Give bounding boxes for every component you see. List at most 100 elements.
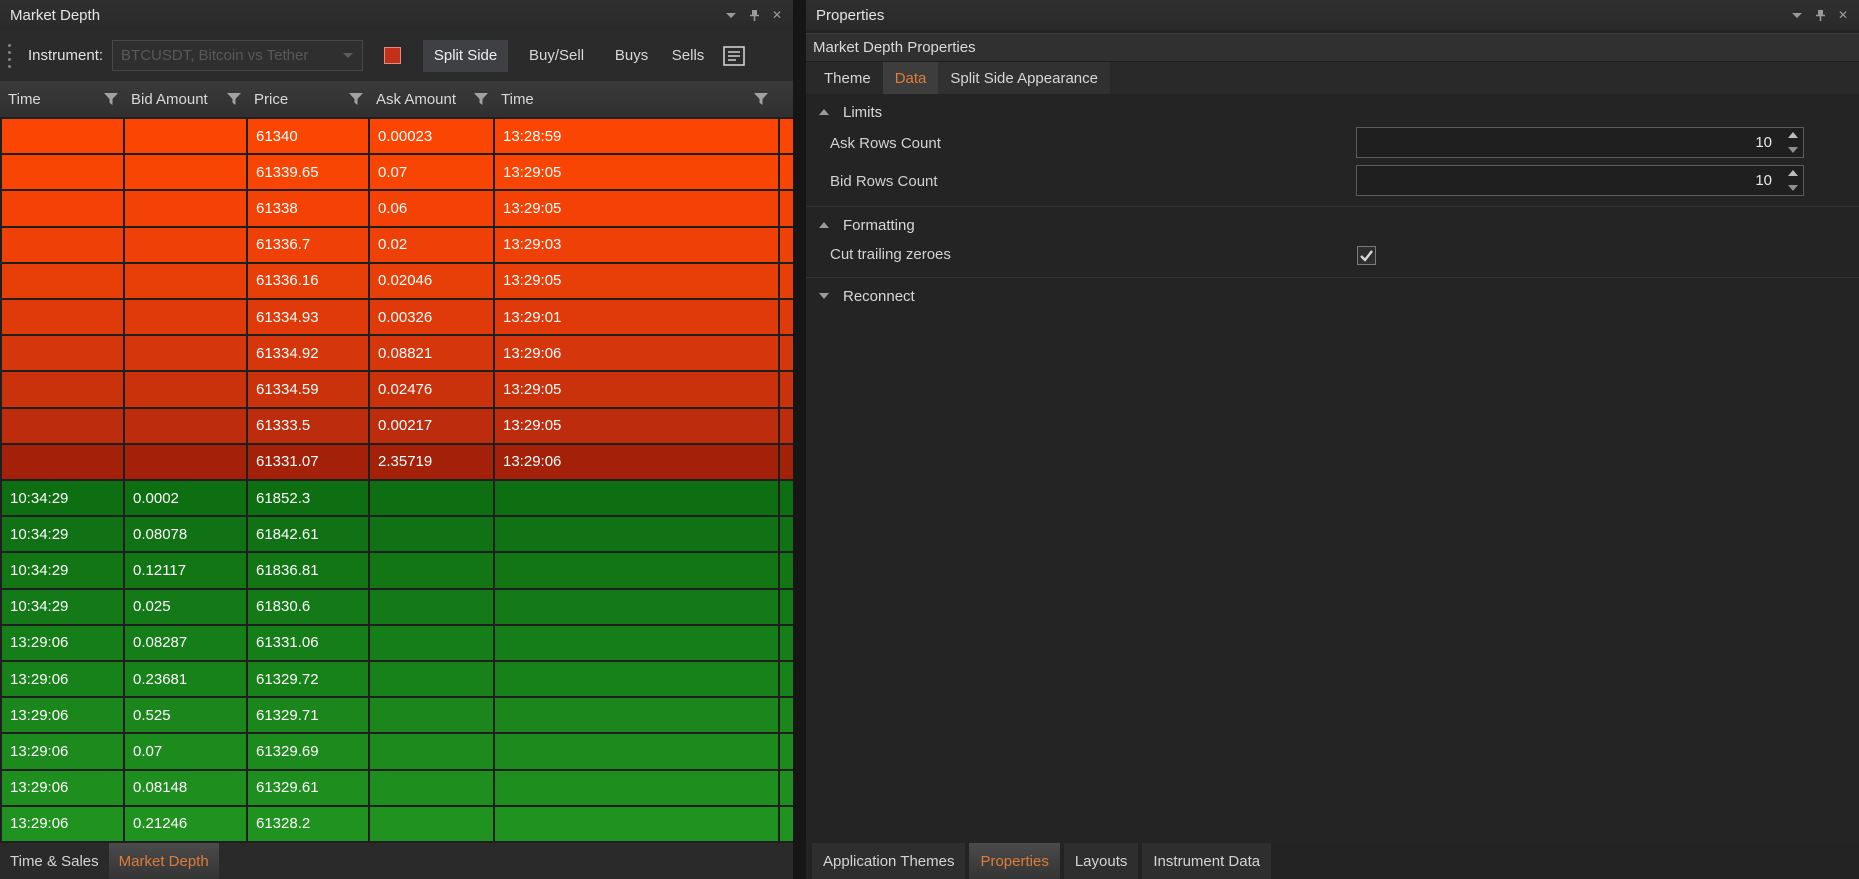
ask-row[interactable]: 613400.0002313:28:59: [0, 119, 793, 155]
tab-theme[interactable]: Theme: [812, 62, 883, 94]
cell: [780, 445, 793, 479]
ask-row[interactable]: 61334.920.0882113:29:06: [0, 336, 793, 372]
ask-rows-count-field[interactable]: [1357, 128, 1772, 157]
ask-row[interactable]: 61331.072.3571913:29:06: [0, 445, 793, 481]
filter-icon[interactable]: [754, 93, 768, 106]
cell: [780, 481, 793, 515]
ask-rows-count-input[interactable]: [1356, 127, 1804, 158]
group-limits[interactable]: Limits: [806, 100, 1859, 124]
tab-instrument-data[interactable]: Instrument Data: [1142, 843, 1271, 879]
bid-row[interactable]: 10:34:290.0807861842.61: [0, 517, 793, 553]
cell: [370, 517, 495, 551]
filter-icon[interactable]: [474, 93, 488, 106]
ask-rows-count-label: Ask Rows Count: [830, 135, 941, 152]
pin-icon[interactable]: [744, 6, 764, 24]
ask-row[interactable]: 61334.930.0032613:29:01: [0, 300, 793, 336]
properties-subtitle: Market Depth Properties: [813, 39, 976, 56]
cell: [780, 517, 793, 551]
cell: 61334.93: [248, 300, 370, 334]
filter-icon[interactable]: [349, 93, 363, 106]
column-header-ask-amount[interactable]: Ask Amount: [368, 81, 493, 117]
column-header-time[interactable]: Time: [0, 81, 123, 117]
ask-row[interactable]: 61334.590.0247613:29:05: [0, 372, 793, 408]
tab-data[interactable]: Data: [883, 62, 939, 94]
view-button-split-side[interactable]: Split Side: [423, 40, 508, 72]
cell: 61334.59: [248, 372, 370, 406]
spinner-up-icon[interactable]: [1788, 132, 1798, 138]
check-icon: [1359, 249, 1374, 262]
column-header-time[interactable]: Time: [493, 81, 778, 117]
cell: 13:29:06: [2, 626, 125, 660]
bid-row[interactable]: 10:34:290.000261852.3: [0, 481, 793, 517]
bid-row[interactable]: 13:29:060.0828761331.06: [0, 626, 793, 662]
cell: 61842.61: [248, 517, 370, 551]
cell: [2, 409, 125, 443]
market-depth-toolbar: Instrument: BTCUSDT, Bitcoin vs Tether S…: [0, 30, 793, 81]
group-formatting[interactable]: Formatting: [806, 213, 1859, 237]
bid-rows-count-label: Bid Rows Count: [830, 173, 938, 190]
bid-row[interactable]: 10:34:290.1211761836.81: [0, 553, 793, 589]
column-header-price[interactable]: Price: [246, 81, 368, 117]
cell: [495, 553, 780, 587]
cell: 10:34:29: [2, 481, 125, 515]
column-chooser-button[interactable]: [721, 44, 747, 68]
bid-row[interactable]: 13:29:060.0761329.69: [0, 734, 793, 770]
close-icon[interactable]: ✕: [1833, 6, 1853, 24]
tab-split-side-appearance[interactable]: Split Side Appearance: [938, 62, 1110, 94]
panel-title: Market Depth: [10, 7, 100, 24]
bid-row[interactable]: 13:29:060.52561329.71: [0, 698, 793, 734]
ask-row[interactable]: 61336.70.0213:29:03: [0, 228, 793, 264]
instrument-select[interactable]: BTCUSDT, Bitcoin vs Tether: [112, 40, 363, 71]
cell: 0.08078: [125, 517, 248, 551]
filter-icon[interactable]: [104, 93, 118, 106]
bid-row[interactable]: 13:29:060.2368161329.72: [0, 662, 793, 698]
expand-icon[interactable]: [819, 293, 829, 299]
tab-market-depth[interactable]: Market Depth: [109, 843, 219, 879]
view-button-sells[interactable]: Sells: [661, 40, 715, 72]
bid-row[interactable]: 13:29:060.0814861329.61: [0, 771, 793, 807]
filter-icon[interactable]: [227, 93, 241, 106]
tab-properties[interactable]: Properties: [969, 843, 1059, 879]
spinner-down-icon[interactable]: [1788, 185, 1798, 191]
spinner-down-icon[interactable]: [1788, 147, 1798, 153]
drag-handle[interactable]: [7, 42, 12, 69]
cell: 0.12117: [125, 553, 248, 587]
bid-rows-count-input[interactable]: [1356, 165, 1804, 196]
cell: [495, 771, 780, 805]
cell: [370, 481, 495, 515]
group-reconnect[interactable]: Reconnect: [806, 284, 1859, 308]
bid-rows-count-field[interactable]: [1357, 166, 1772, 195]
tab-application-themes[interactable]: Application Themes: [812, 843, 965, 879]
ask-row[interactable]: 61333.50.0021713:29:05: [0, 409, 793, 445]
right-bottom-tab-bar: Application ThemesPropertiesLayoutsInstr…: [806, 843, 1859, 879]
tab-layouts[interactable]: Layouts: [1064, 843, 1139, 879]
cell: [780, 409, 793, 443]
left-bottom-tab-bar: Time & SalesMarket Depth: [0, 843, 793, 879]
spinner-up-icon[interactable]: [1788, 170, 1798, 176]
pin-icon[interactable]: [1810, 6, 1830, 24]
view-button-buys[interactable]: Buys: [606, 40, 657, 72]
ask-row[interactable]: 61336.160.0204613:29:05: [0, 264, 793, 300]
close-icon[interactable]: ✕: [767, 6, 787, 24]
cell: [495, 807, 780, 841]
cell: 61329.72: [248, 662, 370, 696]
bid-row[interactable]: 10:34:290.02561830.6: [0, 590, 793, 626]
ask-row[interactable]: 61339.650.0713:29:05: [0, 155, 793, 191]
panel-divider[interactable]: [793, 0, 806, 879]
cell: 0.23681: [125, 662, 248, 696]
bid-row[interactable]: 13:29:060.2124661328.2: [0, 807, 793, 843]
cell: 0.0002: [125, 481, 248, 515]
cut-trailing-zeroes-checkbox[interactable]: [1357, 246, 1376, 265]
chevron-down-icon[interactable]: [1787, 6, 1807, 24]
collapse-icon[interactable]: [819, 109, 829, 115]
chevron-down-icon[interactable]: [721, 6, 741, 24]
ask-row[interactable]: 613380.0613:29:05: [0, 191, 793, 227]
cell: 0.08821: [370, 336, 495, 370]
tab-time-sales[interactable]: Time & Sales: [0, 843, 109, 879]
cell: 13:29:05: [495, 191, 780, 225]
view-button-buy-sell[interactable]: Buy/Sell: [516, 40, 597, 72]
collapse-icon[interactable]: [819, 222, 829, 228]
view-mode-buttons: Split SideBuy/Sell BuysSells: [423, 40, 715, 72]
column-header-bid-amount[interactable]: Bid Amount: [123, 81, 246, 117]
stop-square-button[interactable]: [384, 47, 401, 64]
